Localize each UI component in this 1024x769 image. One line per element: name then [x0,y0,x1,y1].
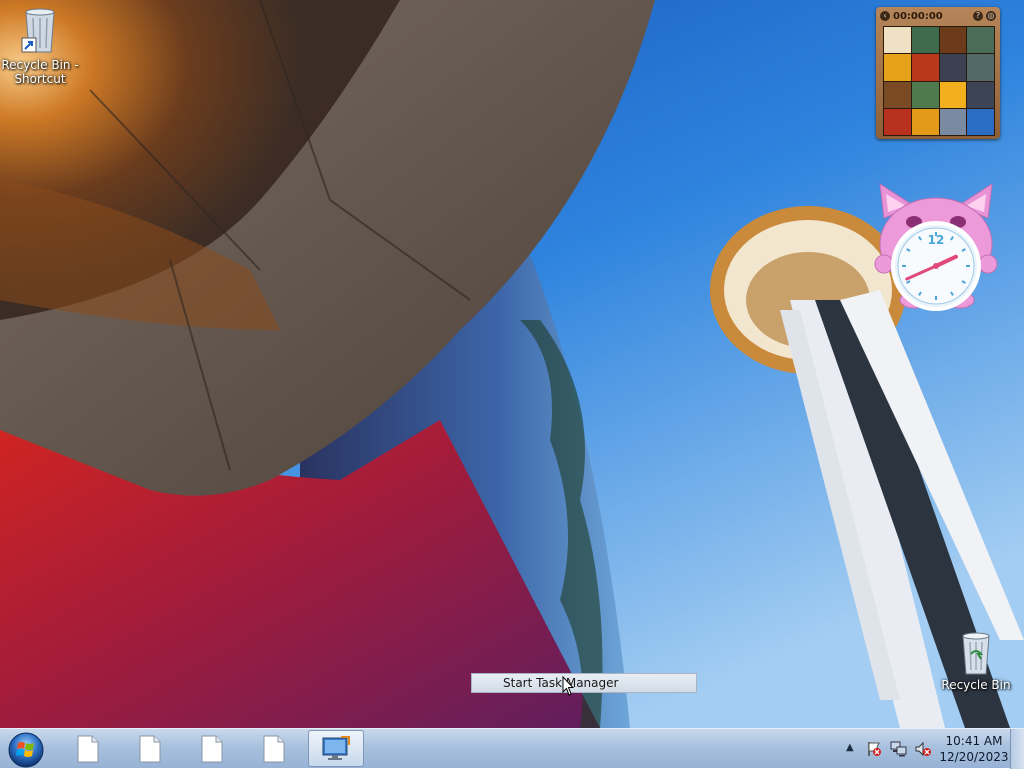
desktop-wallpaper[interactable] [0,0,1024,728]
recycle-bin-icon [962,632,990,675]
puzzle-tile[interactable] [939,54,967,81]
puzzle-shuffle-button[interactable]: ◎ [986,11,996,21]
document-icon [201,735,223,762]
document-icon [77,735,99,762]
puzzle-tile[interactable] [939,108,967,135]
puzzle-tile[interactable] [911,81,939,108]
puzzle-help-button[interactable]: ? [973,11,983,21]
start-button[interactable] [7,731,45,769]
puzzle-tile[interactable] [884,27,911,54]
remote-desktop-icon [322,735,350,760]
puzzle-grid [883,26,995,136]
puzzle-timer: 00:00:00 [893,10,943,22]
taskbar-button-document-3[interactable] [184,730,240,767]
clock-date: 12/20/2023 [939,750,1009,764]
show-desktop-button[interactable] [1010,729,1024,769]
show-hidden-icons-button[interactable]: ▲ [846,742,854,753]
desktop-icon-label: Recycle Bin - Shortcut [1,58,79,86]
cat-clock-icon: 12 [874,183,998,311]
recycle-bin-shortcut-icon [21,8,55,53]
puzzle-tile[interactable] [939,81,967,108]
taskbar-button-remote-desktop[interactable] [308,730,364,767]
puzzle-tile[interactable] [939,27,967,54]
taskbar-button-document-4[interactable] [246,730,302,767]
puzzle-tile[interactable] [884,81,911,108]
puzzle-tile[interactable] [967,27,994,54]
puzzle-toolbar: ‹ 00:00:00 ? ◎ [876,7,1000,25]
puzzle-tile[interactable] [967,54,994,81]
taskbar[interactable]: ▲ 10:41 AM 12/20/2023 [0,728,1024,769]
puzzle-tile[interactable] [967,81,994,108]
action-center-flag-icon[interactable] [866,741,882,757]
mouse-pointer-icon [562,676,574,696]
desktop-icon-recycle-bin-shortcut[interactable]: Recycle Bin - Shortcut [0,6,80,86]
puzzle-tile[interactable] [911,54,939,81]
clock-time: 10:41 AM [945,734,1003,748]
wallpaper-art [0,0,1024,728]
clock-gadget[interactable]: 12 [874,182,998,314]
context-menu-start-task-manager[interactable]: Start Task Manager [471,673,697,693]
desktop-icon-recycle-bin[interactable]: Recycle Bin [936,632,1016,692]
notification-area: ▲ 10:41 AM 12/20/2023 [842,729,1020,769]
puzzle-tile[interactable] [884,54,911,81]
taskbar-button-document-1[interactable] [60,730,116,767]
desktop-icon-label: Recycle Bin [941,678,1011,692]
taskbar-clock[interactable]: 10:41 AM 12/20/2023 [938,733,1010,765]
puzzle-tile[interactable] [911,108,939,135]
volume-muted-icon[interactable] [914,741,932,757]
picture-puzzle-gadget[interactable]: ‹ 00:00:00 ? ◎ [876,7,1000,139]
puzzle-back-button[interactable]: ‹ [880,11,890,21]
clock-numeral: 12 [928,233,945,247]
puzzle-tile[interactable] [884,108,911,135]
document-icon [263,735,285,762]
puzzle-tile[interactable] [967,108,994,135]
taskbar-button-document-2[interactable] [122,730,178,767]
puzzle-tile[interactable] [911,27,939,54]
document-icon [139,735,161,762]
network-icon[interactable] [890,741,908,757]
